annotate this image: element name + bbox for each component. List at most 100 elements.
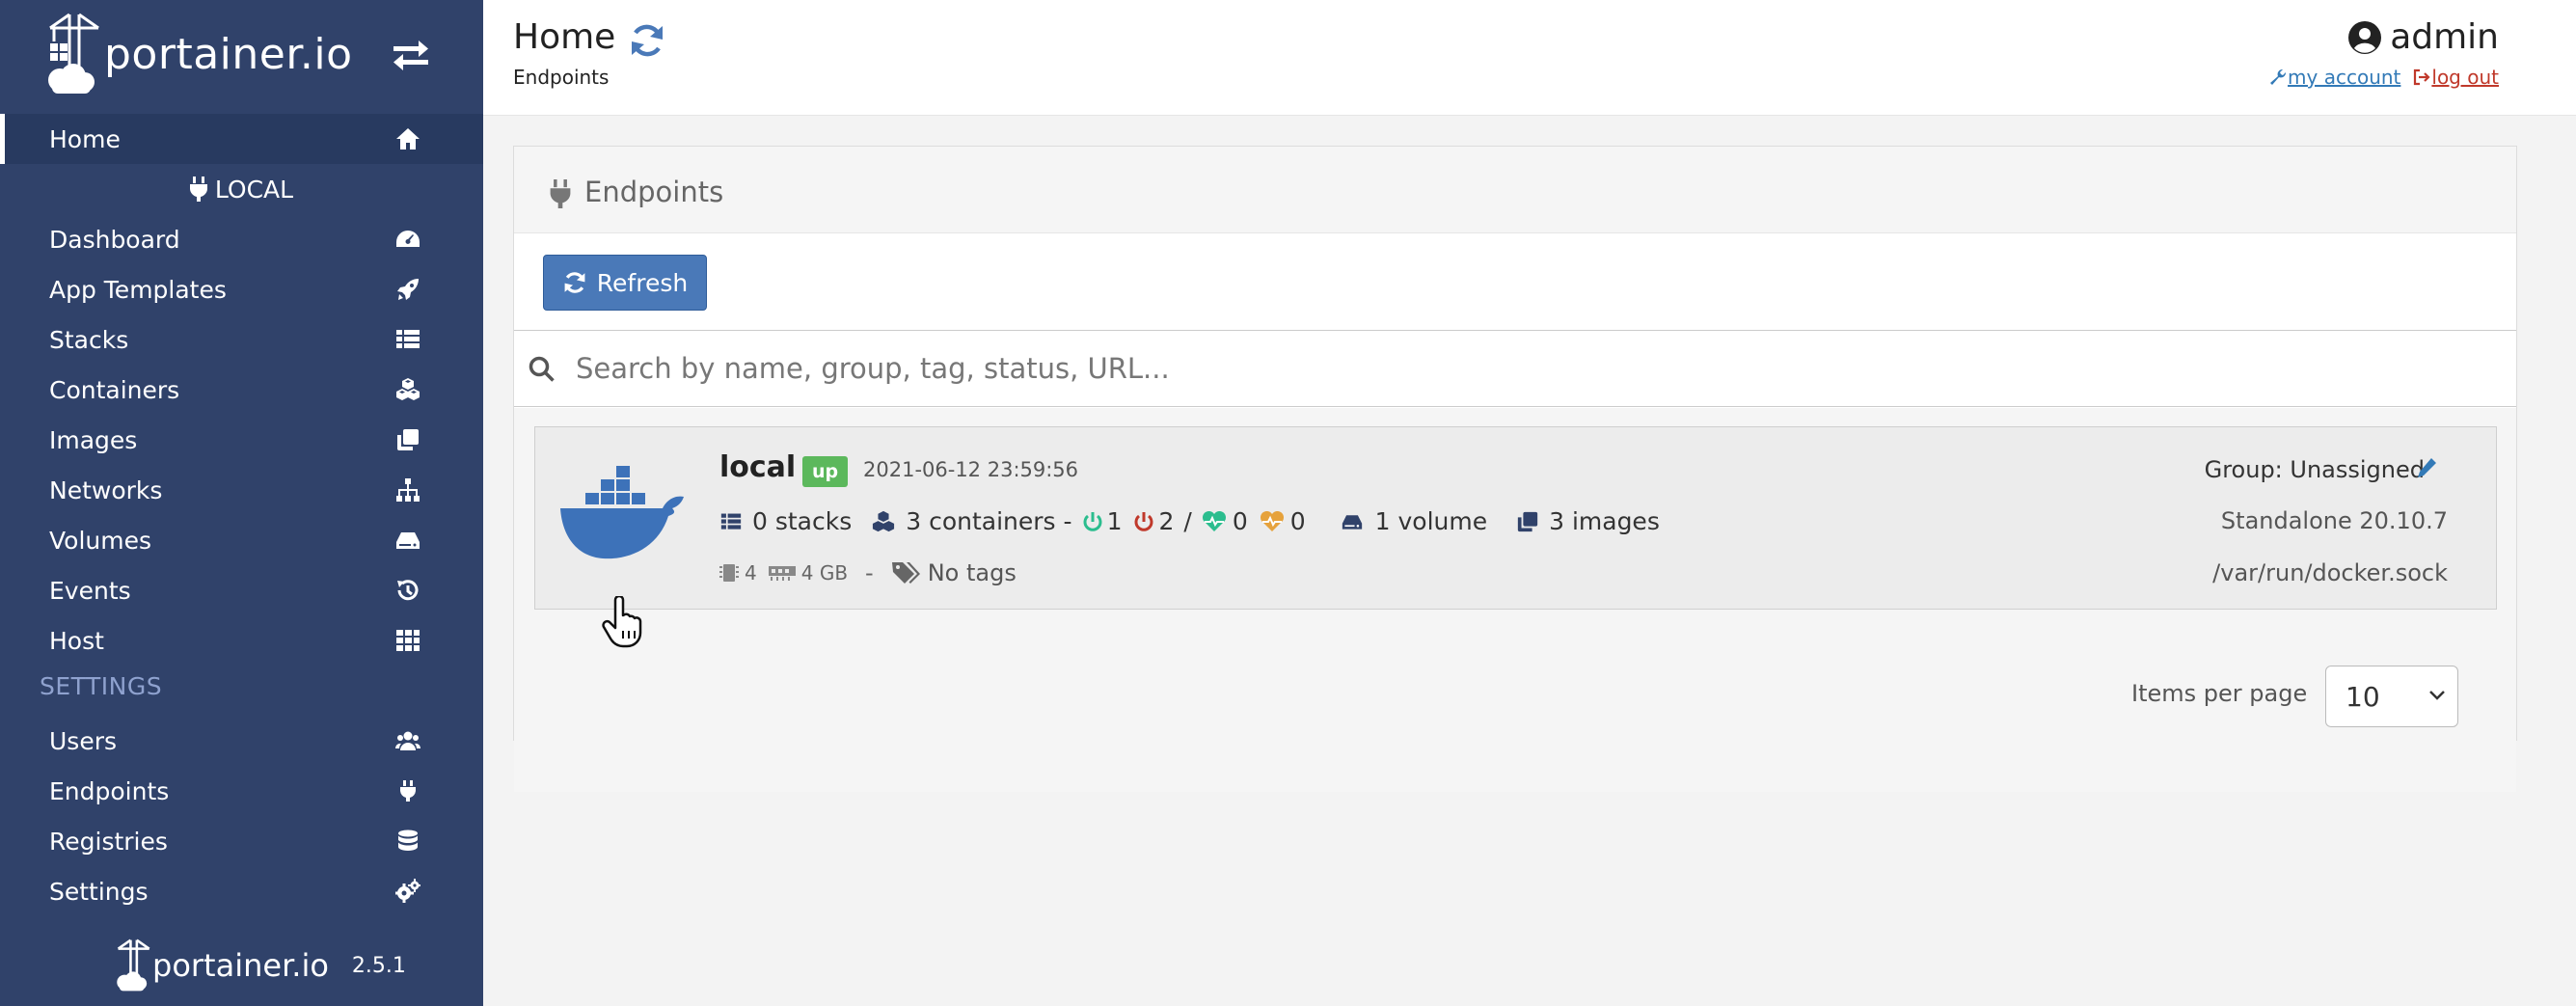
docker-whale-icon — [560, 466, 684, 559]
brand-logo[interactable]: portainer.io — [46, 12, 353, 96]
cubes-icon — [873, 510, 895, 531]
endpoint-name-label: LOCAL — [214, 175, 294, 204]
sidebar-item-containers[interactable]: Containers — [0, 365, 483, 415]
memory-icon — [768, 566, 796, 581]
sidebar-item-label: Home — [49, 124, 121, 153]
user-circle-icon — [2348, 20, 2382, 54]
breadcrumb: Endpoints — [513, 66, 610, 89]
sidebar-item-stacks[interactable]: Stacks — [0, 314, 483, 365]
endpoint-timestamp: 2021-06-12 23:59:56 — [863, 458, 1079, 481]
hdd-icon — [396, 532, 420, 549]
my-account-label: my account — [2288, 66, 2401, 89]
sidebar-item-label: Endpoints — [49, 776, 170, 805]
sidebar-item-label: Networks — [49, 476, 163, 504]
meta-separator: - — [865, 559, 874, 586]
endpoint-url: /var/run/docker.sock — [2212, 559, 2448, 586]
cpu-count: 4 — [745, 561, 757, 585]
pencil-icon[interactable] — [2415, 456, 2438, 479]
tags-label: No tags — [927, 559, 1017, 586]
stacks-count: 0 stacks — [752, 507, 853, 535]
th-list-icon — [396, 330, 420, 348]
endpoint-stats: 0 stacks 3 containers - 1 2 / 0 0 1 volu… — [719, 507, 1660, 535]
sidebar-item-label: Users — [49, 726, 118, 755]
my-account-link[interactable]: my account — [2268, 66, 2400, 89]
sidebar-item-images[interactable]: Images — [0, 415, 483, 465]
power-off-icon — [1134, 511, 1153, 531]
clone-icon — [1517, 511, 1538, 531]
top-header: Home Endpoints admin my account log out — [483, 0, 2576, 116]
running-count: 1 — [1106, 507, 1123, 535]
sidebar-item-registries[interactable]: Registries — [0, 816, 483, 866]
widget-title: Endpoints — [584, 176, 724, 208]
refresh-button[interactable]: Refresh — [543, 255, 707, 311]
memory-size: 4 GB — [800, 561, 849, 585]
sidebar-item-events[interactable]: Events — [0, 565, 483, 615]
search-icon — [529, 356, 555, 382]
sidebar-item-label: Events — [49, 576, 131, 605]
refresh-icon — [564, 272, 585, 293]
sidebar-item-volumes[interactable]: Volumes — [0, 515, 483, 565]
log-out-link[interactable]: log out — [2412, 66, 2499, 89]
stacks-stat: 0 stacks — [719, 507, 852, 535]
refresh-icon[interactable] — [628, 21, 666, 60]
sidebar-item-endpoints[interactable]: Endpoints — [0, 766, 483, 816]
sidebar-item-label: Volumes — [49, 526, 152, 555]
sidebar-item-dashboard[interactable]: Dashboard — [0, 214, 483, 264]
hdd-icon — [1342, 514, 1362, 530]
username: admin — [2390, 17, 2499, 57]
sidebar-item-label: Registries — [49, 827, 168, 856]
sidebar-item-home[interactable]: Home — [0, 114, 483, 164]
sidebar-item-label: App Templates — [49, 275, 227, 304]
sitemap-icon — [396, 478, 420, 502]
rocket-icon — [397, 279, 419, 300]
images-count: 3 images — [1549, 507, 1660, 535]
portainer-logo-icon — [117, 938, 150, 992]
th-list-icon — [720, 513, 742, 530]
containers-stat: 3 containers - 1 2 / 0 0 — [871, 507, 1306, 535]
sidebar-toggle-button[interactable] — [390, 39, 432, 73]
healthy-count: 0 — [1232, 507, 1248, 535]
items-per-page-select[interactable]: 10 — [2325, 666, 2458, 727]
users-icon — [395, 731, 420, 750]
endpoints-widget: Endpoints Refresh local up 2021-06-12 23… — [513, 146, 2517, 792]
wrench-icon — [2270, 68, 2287, 85]
home-icon — [396, 128, 420, 150]
sidebar-item-host[interactable]: Host — [0, 615, 483, 666]
sidebar-item-label: Stacks — [49, 325, 129, 354]
database-icon — [398, 829, 418, 851]
settings-section-header: SETTINGS — [40, 672, 163, 700]
search-input[interactable] — [576, 340, 2495, 396]
plug-icon — [189, 177, 207, 202]
chevron-down-icon — [2429, 691, 2445, 700]
history-icon — [397, 580, 419, 601]
sidebar-item-label: Host — [49, 626, 104, 655]
sidebar-footer: portainer.io 2.5.1 — [116, 938, 406, 993]
cubes-icon — [396, 378, 420, 400]
account-links: my account log out — [2268, 66, 2499, 89]
sidebar-item-app-templates[interactable]: App Templates — [0, 264, 483, 314]
endpoint-card[interactable]: local up 2021-06-12 23:59:56 0 stacks 3 … — [534, 426, 2497, 610]
endpoint-header: LOCAL — [0, 164, 483, 214]
sidebar-item-label: Dashboard — [49, 225, 180, 254]
refresh-button-label: Refresh — [596, 268, 689, 297]
volumes-stat: 1 volume — [1339, 507, 1487, 535]
log-out-label: log out — [2431, 66, 2499, 89]
sidebar-item-users[interactable]: Users — [0, 716, 483, 766]
sidebar-item-settings[interactable]: Settings — [0, 866, 483, 916]
microchip-icon — [719, 564, 739, 582]
items-per-page-value: 10 — [2346, 680, 2380, 713]
status-badge: up — [802, 456, 849, 487]
tachometer-icon — [396, 231, 420, 247]
sidebar: portainer.io Home LOCAL Dashboard App Te… — [0, 0, 483, 1006]
tags-info: No tags — [891, 559, 1017, 586]
sign-out-icon — [2414, 68, 2430, 86]
sidebar-item-networks[interactable]: Networks — [0, 465, 483, 515]
containers-count: 3 containers - — [906, 507, 1072, 535]
endpoint-name: local — [719, 450, 797, 484]
endpoint-group: Group: Unassigned — [2204, 456, 2425, 483]
heartbeat-icon — [1202, 510, 1226, 531]
volumes-count: 1 volume — [1374, 507, 1488, 535]
page-title: Home — [513, 17, 616, 57]
images-stat: 3 images — [1516, 507, 1660, 535]
footer-brand-name: portainer.io — [152, 947, 329, 984]
